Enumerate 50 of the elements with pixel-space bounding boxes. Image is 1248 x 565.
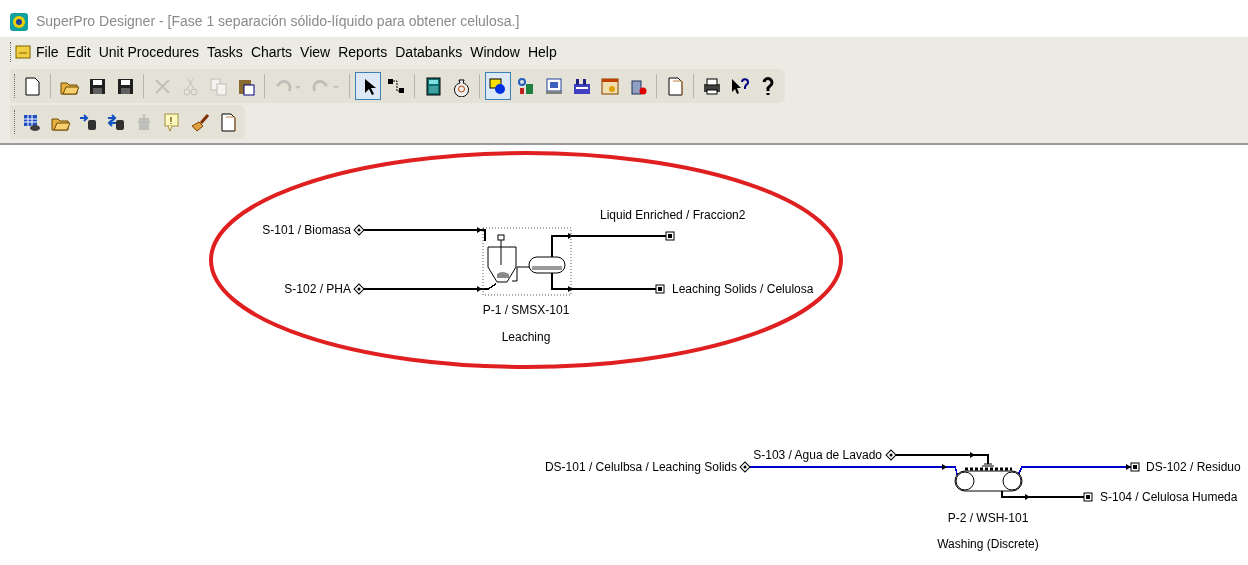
menu-item[interactable]: Window [467,41,523,63]
printer-icon [702,75,722,97]
toolbar-button[interactable] [485,72,511,100]
source-marker [739,461,751,473]
whatsthis-icon [730,75,750,97]
menu-item[interactable]: Help [524,41,560,63]
sink-marker [1130,462,1140,472]
menu-item[interactable]: File [33,41,62,63]
toolbar-button[interactable] [355,72,381,100]
sink-marker [655,284,665,294]
sink-marker [1083,492,1093,502]
stream-label: Liquid Enriched / Fraccion2 [600,208,746,222]
new-icon [22,75,42,97]
stream-label: S-102 / PHA [284,282,351,296]
brush-icon [190,111,210,133]
unit-name: P-1 / SMSX-101 [482,303,570,317]
menu-item[interactable]: Charts [247,41,296,63]
washer-unit-drawing [954,463,1023,492]
sink-marker [665,231,675,241]
inout-icon [106,111,126,133]
app-logo-icon [10,12,28,31]
report-icon [544,75,564,97]
stream-label: S-101 / Biomasa [262,223,351,237]
unit-name: P-2 / WSH-101 [947,511,1029,525]
menu-item[interactable]: Unit Procedures [95,41,203,63]
copy-icon [208,75,228,97]
stream-label: S-103 / Agua de Lavado [753,448,882,462]
inlet-icon [78,111,98,133]
stream-label: DS-102 / Residuo [1146,460,1241,474]
document-icon [15,44,31,60]
calculator-icon [423,75,443,97]
window-title: SuperPro Designer - [Fase 1 separación sólido-líquido para obtener celulosa.] [36,12,520,31]
menu-item[interactable]: Edit [63,41,94,63]
source-marker [353,283,365,295]
note-icon [162,111,182,133]
menu-item[interactable]: Databanks [392,41,466,63]
source-marker [885,449,897,461]
unit-description: Leaching [501,330,551,344]
documents-icon [665,75,685,97]
source-marker [353,224,365,236]
window-icon [600,75,620,97]
menu-item[interactable]: View [297,41,334,63]
stream-label: S-104 / Celulosa Humeda [1100,490,1238,504]
menu-item[interactable]: Reports [335,41,391,63]
documents-icon [218,111,238,133]
menu-item[interactable]: Tasks [204,41,246,63]
stream-label: Leaching Solids / Celulosa [672,282,814,296]
shapes-icon [488,75,508,97]
stream-label: DS-101 / Celulbsa / Leaching Solids [544,460,737,474]
unit-description: Washing (Discrete) [937,537,1039,551]
